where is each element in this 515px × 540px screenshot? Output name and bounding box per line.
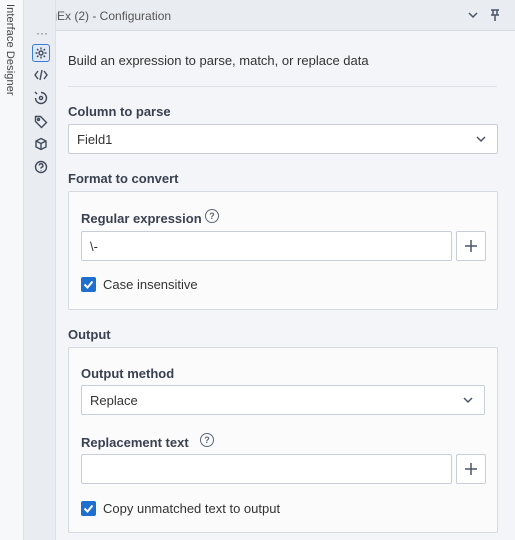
divider <box>68 86 497 87</box>
column-to-parse-select[interactable]: Field1 <box>68 124 498 154</box>
chevron-down-icon <box>475 133 487 145</box>
chevron-down-icon <box>468 12 478 19</box>
pin-icon <box>491 9 499 21</box>
help-circle-icon <box>34 160 48 174</box>
output-method-label: Output method <box>81 366 175 381</box>
more-dots-icon[interactable]: ··· <box>36 27 48 39</box>
replacement-builder-button[interactable] <box>456 454 486 484</box>
column-to-parse-value: Field1 <box>77 131 113 147</box>
plus-icon <box>465 463 477 475</box>
pin-button[interactable] <box>486 6 504 24</box>
help-tab-button[interactable] <box>32 158 50 176</box>
regex-builder-button[interactable] <box>456 231 486 261</box>
tag-icon <box>34 115 48 129</box>
tool-icon-column: ··· <box>24 0 56 540</box>
map-target-icon <box>34 91 48 105</box>
chevron-down-icon <box>462 394 474 406</box>
configuration-tab-button[interactable] <box>32 44 50 62</box>
copy-unmatched-label: Copy unmatched text to output <box>103 501 281 516</box>
code-icon <box>34 69 48 81</box>
interface-designer-label[interactable]: Interface Designer <box>4 4 16 96</box>
format-to-convert-label: Format to convert <box>68 171 179 186</box>
cube-icon <box>35 137 47 151</box>
replacement-text-input[interactable] <box>81 454 452 484</box>
column-to-parse-label: Column to parse <box>68 104 171 119</box>
regular-expression-input[interactable]: \- <box>81 231 452 261</box>
output-group: Output method Replace Replacement text ?… <box>68 347 498 533</box>
replacement-help-icon[interactable]: ? <box>200 433 214 447</box>
package-tab-button[interactable] <box>32 135 50 153</box>
output-method-select[interactable]: Replace <box>81 385 485 415</box>
regular-expression-label: Regular expression <box>81 211 202 226</box>
format-group: Regular expression ? \- Case insensitive <box>68 191 498 310</box>
configuration-panel: Build an expression to parse, match, or … <box>56 31 515 540</box>
output-label: Output <box>68 327 111 342</box>
panel-description: Build an expression to parse, match, or … <box>68 53 369 68</box>
checkbox-checked-icon[interactable] <box>81 277 96 292</box>
annotation-tab-button[interactable] <box>32 89 50 107</box>
checkbox-checked-icon[interactable] <box>81 501 96 516</box>
output-method-value: Replace <box>90 392 138 408</box>
regex-help-icon[interactable]: ? <box>205 209 219 223</box>
copy-unmatched-checkbox[interactable]: Copy unmatched text to output <box>81 501 280 516</box>
gear-icon <box>35 47 47 59</box>
code-tab-button[interactable] <box>32 66 50 84</box>
window-header: RegEx (2) - Configuration <box>24 0 515 31</box>
plus-icon <box>465 240 477 252</box>
collapse-button[interactable] <box>464 6 482 24</box>
interface-designer-strip[interactable]: Interface Designer <box>0 0 24 540</box>
case-insensitive-label: Case insensitive <box>103 277 198 292</box>
case-insensitive-checkbox[interactable]: Case insensitive <box>81 277 198 292</box>
replacement-text-label: Replacement text <box>81 435 189 450</box>
metainfo-tab-button[interactable] <box>32 113 50 131</box>
regular-expression-value: \- <box>90 238 98 254</box>
